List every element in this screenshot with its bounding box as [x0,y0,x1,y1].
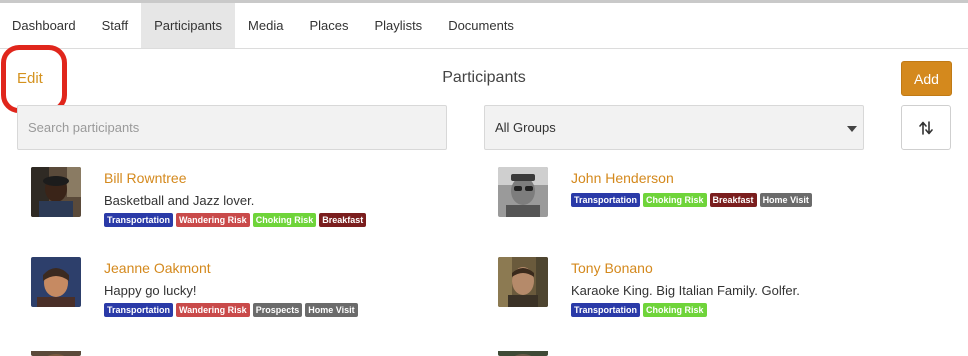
page-title: Participants [442,69,526,86]
tag-badge: Transportation [104,213,174,227]
group-select-value: All Groups [495,120,556,135]
avatar [498,257,548,307]
tag-badge: Breakfast [319,213,367,227]
avatar [31,347,81,356]
main-nav-tabs: Dashboard Staff Participants Media Place… [0,3,968,49]
tab-staff[interactable]: Staff [89,3,142,48]
tab-dashboard[interactable]: Dashboard [0,3,89,48]
participant-description: Happy go lucky! [104,283,197,298]
search-input[interactable] [17,105,447,150]
tag-badge: Transportation [571,303,641,317]
participant-name[interactable]: Jeanne Oakmont [104,260,211,276]
sort-arrows-icon [919,120,933,135]
add-participant-button[interactable]: Add [901,61,952,96]
tag-badge: Transportation [104,303,174,317]
participant-card[interactable]: Jeanne Oakmont Happy go lucky! Transport… [31,257,451,322]
avatar [31,257,81,307]
avatar [498,347,548,356]
tag-badge: Prospects [252,303,303,317]
avatar [31,167,81,217]
tab-participants[interactable]: Participants [141,3,236,48]
tag-badge: Choking Risk [643,303,707,317]
participant-description: Karaoke King. Big Italian Family. Golfer… [571,283,800,298]
participant-card[interactable]: Bill Rowntree Basketball and Jazz lover.… [31,167,451,232]
tag-badge: Home Visit [759,193,812,207]
participant-tags: Transportation Choking Risk Breakfast Ho… [571,193,812,207]
tab-documents[interactable]: Documents [435,3,527,48]
participant-name[interactable]: Tony Bonano [571,260,653,276]
tag-badge: Breakfast [709,193,757,207]
tag-badge: Transportation [571,193,641,207]
participant-name[interactable]: Bill Rowntree [104,170,186,186]
group-select[interactable]: All Groups [484,105,864,150]
tag-badge: Choking Risk [252,213,317,227]
participant-description: Basketball and Jazz lover. [104,193,255,208]
tag-badge: Choking Risk [643,193,707,207]
participant-tags: Transportation Choking Risk [571,303,707,317]
participant-tags: Transportation Wandering Risk Prospects … [104,303,358,317]
tab-places[interactable]: Places [296,3,361,48]
participant-card[interactable]: John Henderson Transportation Choking Ri… [498,167,938,232]
tab-playlists[interactable]: Playlists [362,3,436,48]
tag-badge: Wandering Risk [176,213,250,227]
sort-button[interactable] [901,105,951,150]
chevron-down-icon [847,126,857,132]
participant-card[interactable]: Tony Bonano Karaoke King. Big Italian Fa… [498,257,938,322]
tag-badge: Home Visit [305,303,358,317]
participant-name[interactable]: John Henderson [571,170,674,186]
tab-media[interactable]: Media [235,3,296,48]
tag-badge: Wandering Risk [176,303,250,317]
avatar [498,167,548,217]
participant-tags: Transportation Wandering Risk Choking Ri… [104,213,367,227]
